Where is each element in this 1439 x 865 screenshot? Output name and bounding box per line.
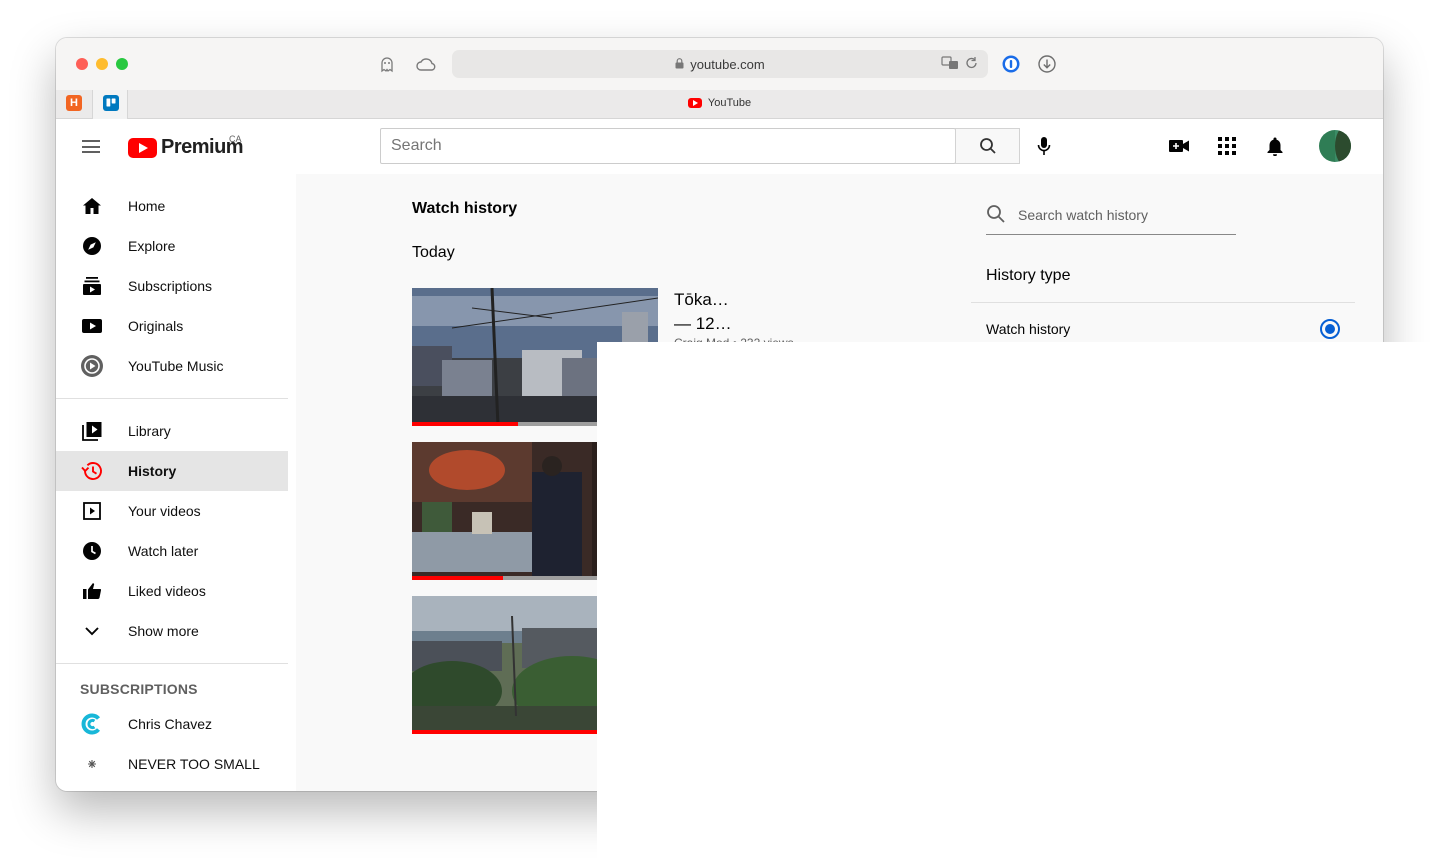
sidebar-item-label: Library (128, 423, 171, 439)
translate-icon[interactable] (941, 56, 959, 73)
download-icon[interactable] (1036, 53, 1058, 75)
microphone-icon[interactable] (1032, 134, 1056, 158)
subscriptions-icon (80, 274, 104, 298)
browser-titlebar: youtube.com (56, 38, 1383, 90)
youtube-play-logo-icon (128, 137, 157, 158)
sidebar-item-label: Your videos (128, 503, 201, 519)
sidebar-item-history[interactable]: History (56, 451, 288, 491)
lock-icon (675, 57, 684, 72)
clock-icon (80, 539, 104, 563)
ghost-icon[interactable] (376, 53, 398, 75)
history-type-divider (971, 302, 1355, 303)
watch-progress-bar (412, 422, 518, 426)
tab-bar: H YouTube (56, 90, 1383, 119)
search-button[interactable] (955, 128, 1020, 164)
sidebar-item-your-videos[interactable]: Your videos (56, 491, 288, 531)
search-watch-history-field[interactable]: Search watch history (986, 202, 1236, 235)
sidebar-item-label: NEVER TOO SMALL (128, 756, 260, 772)
your-videos-icon (80, 499, 104, 523)
home-icon (80, 194, 104, 218)
video-title[interactable]: Tōka… — 12… (674, 288, 732, 336)
apps-grid-icon[interactable] (1215, 134, 1239, 158)
cloud-icon[interactable] (415, 53, 437, 75)
sidebar-item-label: Subscriptions (128, 278, 213, 294)
sidebar-item-subscriptions[interactable]: Subscriptions (56, 266, 288, 306)
notifications-bell-icon[interactable] (1263, 134, 1287, 158)
history-type-title: History type (986, 267, 1071, 284)
video-title-line: — 12… (674, 314, 732, 333)
search-icon (986, 204, 1006, 229)
subscriptions-heading: SUBSCRIPTIONS (80, 681, 198, 697)
sidebar-item-label: Show more (128, 623, 199, 639)
watch-progress-bar (412, 576, 504, 580)
history-icon (80, 459, 104, 483)
sidebar-item-label: Home (128, 198, 166, 214)
chevron-down-icon (80, 619, 104, 643)
sidebar-item-show-more[interactable]: Show more (56, 611, 288, 651)
menu-icon[interactable] (82, 140, 100, 153)
thumbs-up-icon (80, 579, 104, 603)
channel-avatar-icon (80, 712, 104, 736)
history-type-option-label: Watch history (986, 321, 1071, 337)
tab-title-text: YouTube (707, 97, 752, 109)
search-watch-history-placeholder: Search watch history (1018, 207, 1148, 223)
compass-icon (80, 234, 104, 258)
address-bar[interactable]: youtube.com (452, 50, 988, 78)
library-icon (80, 419, 104, 443)
active-tab[interactable]: YouTube (56, 97, 1383, 109)
zoom-window-button[interactable] (116, 58, 128, 70)
sidebar-item-channel-chris-chavez[interactable]: Chris Chavez (56, 704, 288, 744)
reload-icon[interactable] (965, 56, 978, 73)
youtube-favicon (687, 98, 702, 108)
sidebar-item-channel-never-too-small[interactable]: NEVER TOO SMALL (56, 744, 288, 784)
minimize-window-button[interactable] (96, 58, 108, 70)
url-text: youtube.com (690, 56, 765, 72)
sidebar-item-label: Explore (128, 238, 176, 254)
screenshot-stage: youtube.com H YouTube Premium CA Search … (0, 0, 1439, 865)
sidebar-item-label: Liked videos (128, 583, 206, 599)
search-input[interactable] (380, 128, 956, 164)
sidebar-divider (56, 398, 288, 399)
video-title-line: Tōka… (674, 290, 729, 309)
sidebar-item-watch-later[interactable]: Watch later (56, 531, 288, 571)
create-video-icon[interactable] (1167, 134, 1191, 158)
channel-avatar-icon (80, 752, 104, 776)
sidebar-item-label: Originals (128, 318, 184, 334)
youtube-header: Premium CA (56, 119, 1383, 174)
sidebar-item-label: Watch later (128, 543, 199, 559)
close-window-button[interactable] (76, 58, 88, 70)
sidebar-item-label: YouTube Music (128, 358, 224, 374)
sidebar-item-youtube-music[interactable]: YouTube Music (56, 346, 288, 386)
sidebar-item-liked-videos[interactable]: Liked videos (56, 571, 288, 611)
sidebar-divider (56, 663, 288, 664)
originals-icon (80, 314, 104, 338)
watch-history-radio[interactable] (1320, 319, 1340, 339)
date-section-title: Today (412, 244, 455, 261)
search-icon (979, 138, 996, 154)
sidebar-item-originals[interactable]: Originals (56, 306, 288, 346)
blank-overlay (597, 342, 1439, 865)
region-code: CA (229, 134, 242, 144)
sidebar-item-label: History (128, 463, 177, 479)
avatar[interactable] (1319, 130, 1351, 162)
music-icon (80, 354, 104, 378)
sidebar-item-explore[interactable]: Explore (56, 226, 288, 266)
sidebar-item-home[interactable]: Home (56, 186, 288, 226)
youtube-logo[interactable]: Premium (128, 136, 244, 159)
password-manager-icon[interactable] (1000, 53, 1022, 75)
page-title: Watch history (412, 200, 518, 217)
sidebar: Home Explore Subscriptions Originals You… (56, 174, 296, 791)
sidebar-item-label: Chris Chavez (128, 716, 213, 732)
sidebar-item-library[interactable]: Library (56, 411, 288, 451)
